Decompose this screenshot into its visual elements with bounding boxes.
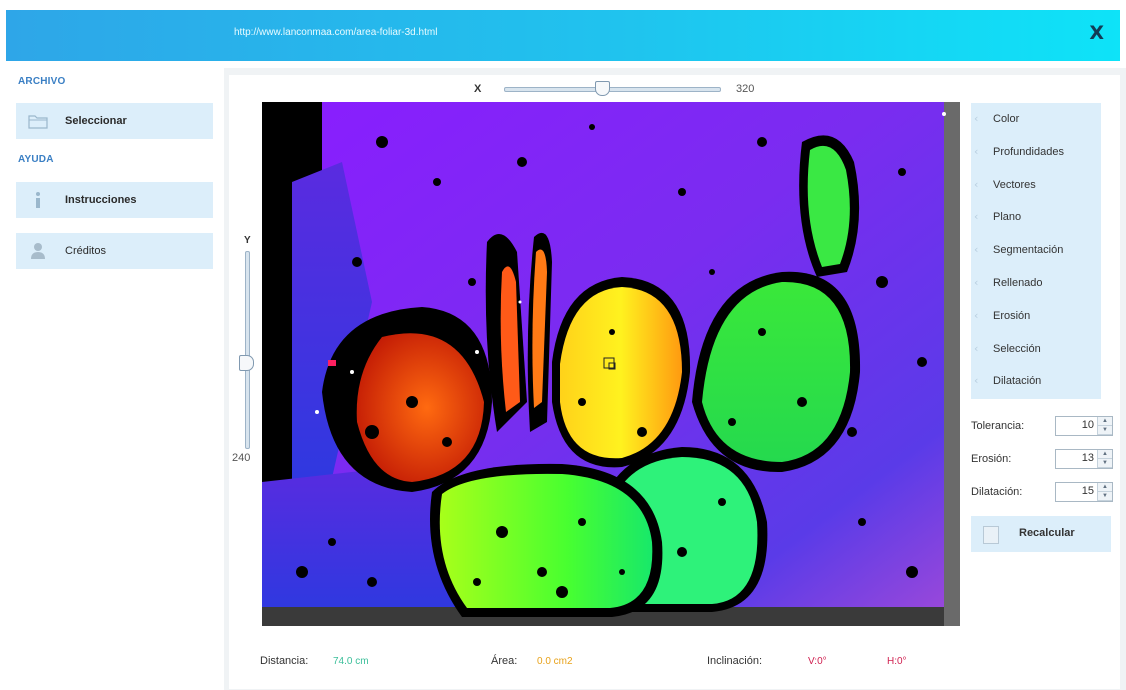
mode-item-seleccion[interactable]: ‹ Selección — [971, 333, 1101, 365]
chevron-left-icon: ‹ — [974, 112, 979, 125]
main-area: X 320 Y 240 ‹ Color ‹ Profundidades ‹ Ve… — [224, 68, 1126, 690]
dilatacion-spinner[interactable]: 15 ▲ ▼ — [1055, 482, 1113, 502]
y-slider[interactable] — [239, 251, 254, 449]
inclinacion-label: Inclinación: — [707, 655, 763, 667]
sidebar: ARCHIVO Seleccionar AYUDA Instrucciones … — [6, 61, 220, 690]
view-mode-list: ‹ Color ‹ Profundidades ‹ Vectores ‹ Plano ‹ Segm… — [971, 103, 1101, 399]
depth-image — [262, 102, 960, 626]
mode-item-label: Rellenado — [993, 277, 1043, 289]
x-slider-thumb[interactable] — [595, 81, 610, 96]
chevron-left-icon: ‹ — [974, 341, 979, 355]
ayuda-section-title: AYUDA — [18, 154, 54, 165]
chevron-left-icon: ‹ — [974, 243, 979, 257]
tolerancia-value: 10 — [1081, 419, 1094, 431]
folder-icon — [28, 111, 48, 131]
mode-item-label: Profundidades — [993, 145, 1064, 158]
mode-item-erosion[interactable]: ‹ Erosión — [971, 300, 1101, 332]
mode-item-rellenado[interactable]: ‹ Rellenado — [971, 267, 1101, 299]
chevron-down-icon[interactable]: ▼ — [1098, 426, 1112, 435]
inclinacion-v-value: V:0° — [808, 656, 827, 667]
info-icon — [28, 190, 48, 210]
page-url: http://www.lanconmaa.com/area-foliar-3d.… — [234, 27, 438, 38]
dilatacion-stepper[interactable]: ▲ ▼ — [1097, 483, 1112, 501]
tolerancia-spinner[interactable]: 10 ▲ ▼ — [1055, 416, 1113, 436]
dilatacion-value: 15 — [1081, 485, 1094, 497]
mode-item-label: Dilatación — [993, 375, 1042, 388]
depth-image-viewport[interactable] — [262, 102, 960, 626]
mode-item-segmentacion[interactable]: ‹ Segmentación — [971, 234, 1101, 266]
chevron-up-icon[interactable]: ▲ — [1098, 450, 1112, 459]
x-label: X — [474, 83, 482, 95]
erosion-value: 13 — [1081, 452, 1094, 464]
chevron-left-icon: ‹ — [974, 177, 979, 191]
area-label: Área: — [491, 655, 518, 667]
mode-item-profundidades[interactable]: ‹ Profundidades — [971, 136, 1101, 168]
chevron-left-icon: ‹ — [974, 210, 979, 224]
distancia-value: 74.0 cm — [333, 656, 369, 667]
mode-item-label: Segmentación — [993, 244, 1064, 257]
chevron-left-icon: ‹ — [974, 144, 979, 158]
instrucciones-label: Instrucciones — [65, 194, 137, 206]
mode-item-label: Plano — [993, 211, 1022, 224]
mode-item-label: Color — [993, 113, 1020, 125]
x-slider[interactable] — [504, 81, 721, 96]
seleccionar-label: Seleccionar — [65, 115, 127, 127]
dilatacion-label: Dilatación: — [971, 486, 1023, 498]
y-slider-thumb[interactable] — [239, 355, 254, 371]
chevron-up-icon[interactable]: ▲ — [1098, 483, 1112, 492]
inclinacion-h-value: H:0° — [887, 656, 907, 667]
area-value: 0.0 cm2 — [537, 656, 573, 667]
close-button[interactable]: X — [1089, 22, 1104, 44]
mode-item-color[interactable]: ‹ Color — [971, 103, 1101, 135]
content-panel: X 320 Y 240 ‹ Color ‹ Profundidades ‹ Ve… — [229, 75, 1120, 689]
y-value: 240 — [232, 452, 251, 464]
mode-item-label: Erosión — [993, 309, 1031, 322]
seleccionar-button[interactable]: Seleccionar — [16, 103, 213, 139]
recalcular-label: Recalcular — [1019, 527, 1075, 539]
mode-item-label: Selección — [993, 342, 1041, 355]
erosion-label: Erosión: — [971, 453, 1012, 465]
mode-item-vectores[interactable]: ‹ Vectores — [971, 169, 1101, 201]
archivo-section-title: ARCHIVO — [18, 76, 66, 87]
creditos-button[interactable]: Créditos — [16, 233, 213, 269]
chevron-down-icon[interactable]: ▼ — [1098, 492, 1112, 501]
erosion-spinner[interactable]: 13 ▲ ▼ — [1055, 449, 1113, 469]
chevron-left-icon: ‹ — [974, 374, 979, 388]
y-label: Y — [244, 235, 251, 246]
chevron-left-icon: ‹ — [974, 308, 979, 322]
mode-item-plano[interactable]: ‹ Plano — [971, 201, 1101, 233]
title-bar: http://www.lanconmaa.com/area-foliar-3d.… — [6, 10, 1120, 61]
chevron-up-icon[interactable]: ▲ — [1098, 417, 1112, 426]
mode-item-dilatacion[interactable]: ‹ Dilatación — [971, 365, 1101, 397]
mode-item-label: Vectores — [993, 178, 1036, 191]
calculator-icon — [983, 526, 999, 544]
x-value: 320 — [736, 83, 755, 95]
tolerancia-label: Tolerancia: — [971, 420, 1025, 432]
chevron-down-icon[interactable]: ▼ — [1098, 459, 1112, 468]
distancia-label: Distancia: — [260, 655, 309, 667]
recalcular-button[interactable]: Recalcular — [971, 516, 1111, 552]
tolerancia-stepper[interactable]: ▲ ▼ — [1097, 417, 1112, 435]
x-slider-track — [504, 87, 721, 92]
creditos-label: Créditos — [65, 245, 106, 257]
erosion-stepper[interactable]: ▲ ▼ — [1097, 450, 1112, 468]
chevron-left-icon: ‹ — [974, 276, 979, 289]
instrucciones-button[interactable]: Instrucciones — [16, 182, 213, 218]
user-icon — [28, 241, 48, 261]
y-slider-track — [245, 251, 250, 449]
